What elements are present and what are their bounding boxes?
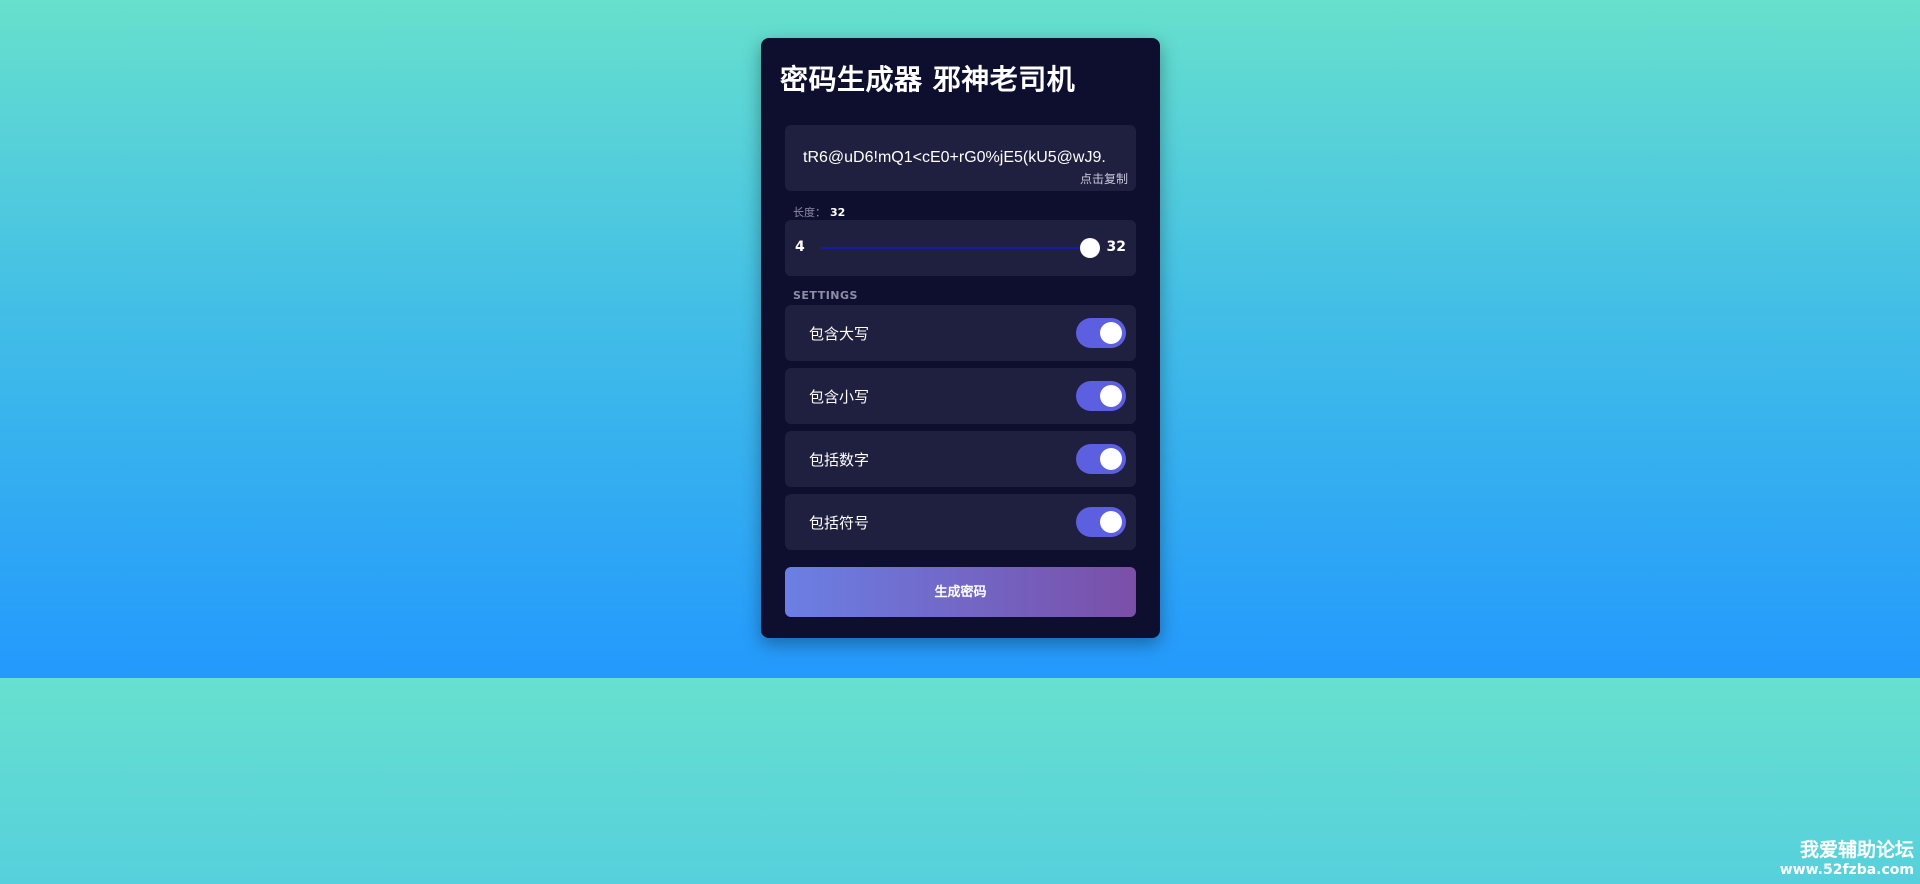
- toggle-knob: [1100, 322, 1122, 344]
- setting-label-uppercase: 包含大写: [809, 325, 870, 343]
- length-label: 长度： 32: [793, 204, 845, 220]
- setting-row-lowercase: 包含小写: [785, 368, 1136, 424]
- toggle-knob: [1100, 511, 1122, 533]
- toggle-knob: [1100, 385, 1122, 407]
- setting-row-uppercase: 包含大写: [785, 305, 1136, 361]
- password-result-box[interactable]: tR6@uD6!mQ1<cE0+rG0%jE5(kU5@wJ9. 点击复制: [785, 125, 1136, 191]
- length-value: 32: [830, 206, 846, 219]
- toggle-uppercase[interactable]: [1076, 318, 1126, 348]
- length-label-text: 长度：: [793, 206, 826, 219]
- watermark-url: www.52fzba.com: [1779, 862, 1914, 878]
- generate-password-button[interactable]: 生成密码: [785, 567, 1136, 617]
- settings-heading: SETTINGS: [793, 289, 858, 302]
- toggle-lowercase[interactable]: [1076, 381, 1126, 411]
- card-title: 密码生成器 邪神老司机: [780, 63, 1076, 96]
- setting-row-symbols: 包括符号: [785, 494, 1136, 550]
- toggle-knob: [1100, 448, 1122, 470]
- slider-min-label: 4: [795, 239, 805, 255]
- length-slider-track[interactable]: [821, 247, 1091, 249]
- length-slider-thumb[interactable]: [1080, 238, 1100, 258]
- length-slider-box: 4 32: [785, 220, 1136, 276]
- setting-row-numbers: 包括数字: [785, 431, 1136, 487]
- watermark-name: 我爱辅助论坛: [1799, 839, 1914, 861]
- password-result-text[interactable]: tR6@uD6!mQ1<cE0+rG0%jE5(kU5@wJ9.: [803, 149, 1123, 167]
- toggle-numbers[interactable]: [1076, 444, 1126, 474]
- setting-label-lowercase: 包含小写: [809, 388, 870, 406]
- background-bottom: [0, 678, 1920, 884]
- site-watermark: 我爱辅助论坛 www.52fzba.com: [1780, 835, 1914, 878]
- password-generator-card: 密码生成器 邪神老司机 tR6@uD6!mQ1<cE0+rG0%jE5(kU5@…: [761, 38, 1160, 638]
- toggle-symbols[interactable]: [1076, 507, 1126, 537]
- setting-label-symbols: 包括符号: [809, 514, 870, 532]
- slider-max-label: 32: [1106, 239, 1126, 255]
- copy-hint[interactable]: 点击复制: [1080, 170, 1128, 187]
- setting-label-numbers: 包括数字: [809, 451, 870, 469]
